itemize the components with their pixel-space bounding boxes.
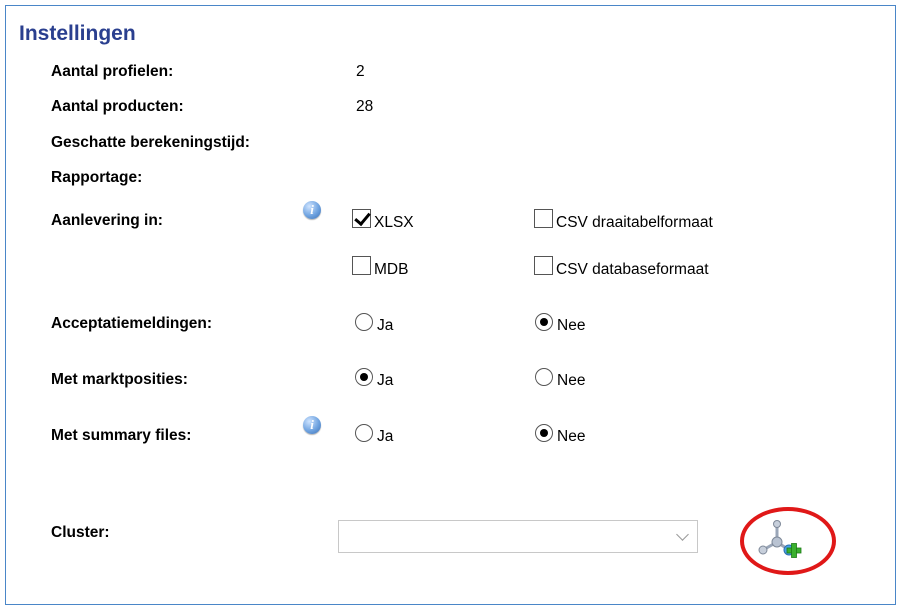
market-no-label: Nee [557,372,586,389]
csv-database-option[interactable]: CSV databaseformaat [534,256,709,278]
summary-files-label: Met summary files: [51,427,192,444]
profiles-count-label: Aantal profielen: [51,63,174,80]
mdb-checkbox[interactable] [352,256,371,275]
acceptance-no-option[interactable]: Nee [535,313,585,334]
market-yes-label: Ja [377,372,394,389]
info-icon[interactable]: i [303,201,321,219]
summary-yes-option[interactable]: Ja [355,424,393,445]
estimated-time-label: Geschatte berekeningstijd: [51,134,250,151]
cluster-label: Cluster: [51,524,110,541]
highlight-circle [740,507,836,575]
summary-no-label: Nee [557,428,586,445]
reporting-label: Rapportage: [51,169,143,186]
xlsx-label: XLSX [374,214,414,231]
acceptance-yes-option[interactable]: Ja [355,313,393,334]
market-positions-label: Met marktposities: [51,371,188,388]
cluster-select[interactable] [338,520,698,553]
delivery-format-label: Aanlevering in: [51,212,163,229]
csv-database-label: CSV databaseformaat [556,261,709,278]
csv-pivot-label: CSV draaitabelformaat [556,214,713,231]
acceptance-label: Acceptatiemeldingen: [51,315,213,332]
market-yes-radio[interactable] [355,368,373,386]
page-title: Instellingen [19,22,136,45]
csv-pivot-checkbox[interactable] [534,209,553,228]
xlsx-checkbox[interactable] [352,209,371,228]
chevron-down-icon [676,528,689,541]
info-icon[interactable]: i [303,416,321,434]
csv-pivot-option[interactable]: CSV draaitabelformaat [534,209,713,231]
csv-database-checkbox[interactable] [534,256,553,275]
acceptance-yes-label: Ja [377,317,394,334]
products-count-value: 28 [356,98,374,115]
products-count-label: Aantal producten: [51,98,184,115]
summary-yes-label: Ja [377,428,394,445]
market-yes-option[interactable]: Ja [355,368,393,389]
acceptance-no-radio[interactable] [535,313,553,331]
market-no-radio[interactable] [535,368,553,386]
summary-no-radio[interactable] [535,424,553,442]
summary-no-option[interactable]: Nee [535,424,585,445]
mdb-label: MDB [374,261,409,278]
profiles-count-value: 2 [356,63,365,80]
acceptance-yes-radio[interactable] [355,313,373,331]
acceptance-no-label: Nee [557,317,586,334]
xlsx-option[interactable]: XLSX [352,209,414,231]
mdb-option[interactable]: MDB [352,256,408,278]
summary-yes-radio[interactable] [355,424,373,442]
market-no-option[interactable]: Nee [535,368,585,389]
